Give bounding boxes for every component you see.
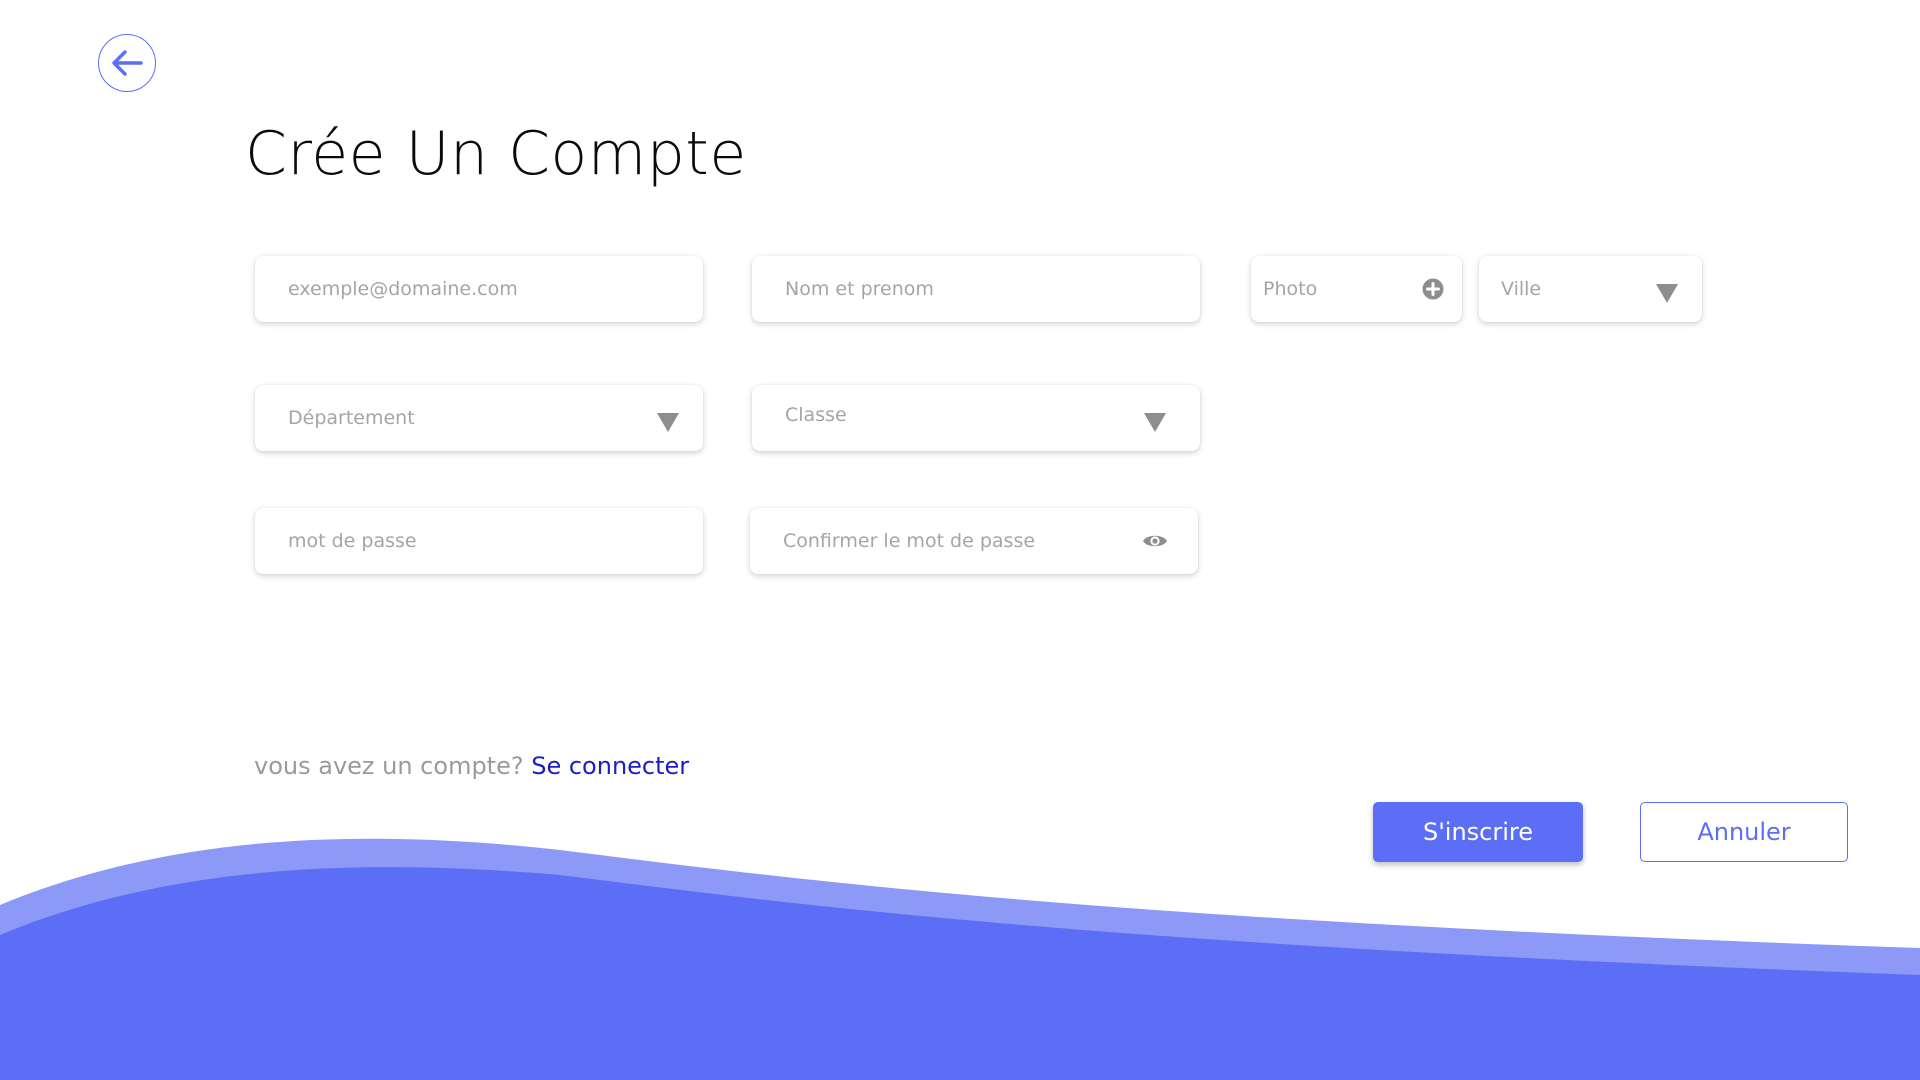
wave-dark (0, 867, 1920, 1080)
eye-icon (1143, 535, 1167, 547)
plus-circle-icon (1422, 278, 1444, 300)
arrow-left-icon (112, 50, 143, 76)
photo-field[interactable]: Photo (1251, 256, 1462, 322)
department-select[interactable]: Département (255, 385, 703, 451)
caret-down-icon (1656, 283, 1678, 303)
wave-light (0, 838, 1920, 1080)
cancel-button[interactable]: Annuler (1640, 802, 1848, 862)
name-placeholder: Nom et prenom (785, 278, 934, 300)
city-select[interactable]: Ville (1479, 256, 1702, 322)
show-password-toggle[interactable] (1142, 532, 1168, 550)
confirm-password-field[interactable]: Confirmer le mot de passe (750, 508, 1198, 574)
back-button[interactable] (98, 34, 156, 92)
login-question: vous avez un compte? (254, 752, 524, 780)
city-placeholder: Ville (1501, 278, 1542, 300)
signup-button[interactable]: S'inscrire (1373, 802, 1583, 862)
class-select[interactable]: Classe (752, 385, 1200, 451)
email-placeholder: exemple@domaine.com (288, 278, 518, 300)
name-field[interactable]: Nom et prenom (752, 256, 1200, 322)
confirm-password-placeholder: Confirmer le mot de passe (783, 530, 1036, 552)
caret-down-icon (657, 412, 679, 432)
login-prompt: vous avez un compte? Se connecter (254, 752, 689, 780)
signup-page: Crée Un Compte exemple@domaine.com Nom e… (0, 0, 1920, 1080)
add-photo-button[interactable] (1422, 278, 1444, 300)
class-placeholder: Classe (785, 404, 847, 426)
photo-placeholder: Photo (1263, 278, 1318, 300)
department-placeholder: Département (288, 407, 415, 429)
password-field[interactable]: mot de passe (255, 508, 703, 574)
page-title: Crée Un Compte (245, 119, 747, 189)
caret-down-icon (1144, 412, 1166, 432)
email-field[interactable]: exemple@domaine.com (255, 256, 703, 322)
login-link[interactable]: Se connecter (531, 752, 689, 780)
password-placeholder: mot de passe (288, 530, 417, 552)
